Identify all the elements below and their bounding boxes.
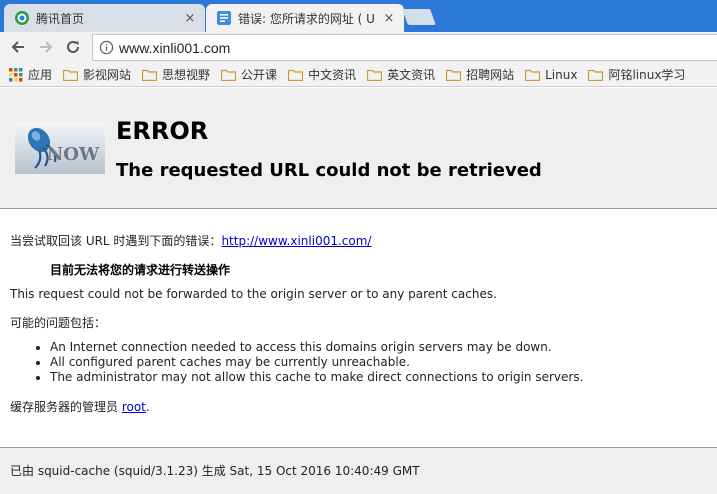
causes-list: An Internet connection needed to access … bbox=[32, 340, 583, 385]
tab-error[interactable]: 错误: 您所请求的网址 ( U × bbox=[206, 4, 404, 32]
address-bar[interactable]: www.xinli001.com bbox=[92, 34, 717, 61]
admin-suffix: . bbox=[145, 400, 150, 414]
folder-icon bbox=[221, 69, 237, 81]
bookmark-label: Linux bbox=[545, 67, 578, 82]
bookmark-label: 影视网站 bbox=[83, 68, 132, 82]
cannot-forward-text: 目前无法将您的请求进行转送操作 bbox=[50, 263, 231, 277]
document-icon bbox=[216, 10, 232, 26]
new-tab-button[interactable] bbox=[402, 9, 436, 25]
folder-icon bbox=[63, 69, 79, 81]
admin-prefix: 缓存服务器的管理员 bbox=[10, 400, 122, 414]
folder-icon bbox=[446, 69, 462, 81]
bookmark-label: 英文资讯 bbox=[387, 68, 436, 82]
admin-line: 缓存服务器的管理员 root. bbox=[10, 398, 150, 415]
folder-icon bbox=[142, 69, 158, 81]
back-button[interactable] bbox=[8, 37, 28, 57]
bookmark-folder[interactable]: 公开课 bbox=[221, 66, 277, 83]
bookmark-label: 招聘网站 bbox=[466, 68, 515, 82]
tab-strip: 腾讯首页 × 错误: 您所请求的网址 ( U × bbox=[0, 0, 717, 32]
error-subtitle: The requested URL could not be retrieved bbox=[116, 160, 542, 181]
bookmark-label: 应用 bbox=[28, 68, 53, 82]
retrieve-url-link[interactable]: http://www.xinli001.com/ bbox=[221, 234, 371, 248]
reload-button[interactable] bbox=[63, 37, 83, 57]
bookmark-folder[interactable]: 阿铭linux学习 bbox=[588, 66, 685, 83]
bookmark-folder[interactable]: 思想视野 bbox=[142, 66, 210, 83]
retrieve-prefix: 当尝试取回该 URL 时遇到下面的错误： bbox=[10, 234, 222, 248]
folder-icon bbox=[288, 69, 304, 81]
page-title: ERROR bbox=[116, 117, 209, 145]
apps-grid-icon bbox=[9, 67, 23, 82]
bookmark-folder[interactable]: 中文资讯 bbox=[288, 66, 356, 83]
error-header: NOW ERROR The requested URL could not be… bbox=[0, 88, 717, 209]
page-content: NOW ERROR The requested URL could not be… bbox=[0, 88, 717, 494]
forward-button[interactable] bbox=[36, 37, 56, 57]
tab-title: 错误: 您所请求的网址 ( U bbox=[238, 11, 375, 26]
forward-detail-text: This request could not be forwarded to t… bbox=[10, 287, 497, 301]
bookmark-folder[interactable]: 招聘网站 bbox=[446, 66, 514, 83]
possible-causes-heading: 可能的问题包括： bbox=[10, 316, 107, 330]
close-icon[interactable]: × bbox=[183, 11, 197, 26]
bookmark-folder[interactable]: Linux bbox=[525, 68, 577, 82]
bookmark-label: 阿铭linux学习 bbox=[608, 68, 686, 82]
squid-logo: NOW bbox=[14, 121, 106, 175]
list-item: All configured parent caches may be curr… bbox=[50, 355, 583, 370]
footer-text: 已由 squid-cache (squid/3.1.23) 生成 Sat, 15… bbox=[10, 464, 420, 478]
list-item: The administrator may not allow this cac… bbox=[50, 370, 583, 385]
logo-text: NOW bbox=[47, 144, 100, 165]
forward-arrow-icon bbox=[40, 41, 53, 53]
close-icon[interactable]: × bbox=[382, 11, 396, 26]
bookmark-folder[interactable]: 影视网站 bbox=[63, 66, 131, 83]
url-text: www.xinli001.com bbox=[119, 39, 231, 56]
folder-icon bbox=[525, 69, 541, 81]
admin-email-link[interactable]: root bbox=[122, 400, 146, 414]
reload-icon bbox=[67, 40, 79, 53]
back-arrow-icon bbox=[11, 41, 24, 53]
browser-toolbar: www.xinli001.com bbox=[0, 32, 717, 63]
tab-tencent[interactable]: 腾讯首页 × bbox=[4, 4, 205, 32]
bookmarks-bar: 应用 影视网站 思想视野 公开课 中文资讯 英文资讯 招聘网站 Linux 阿铭… bbox=[0, 63, 717, 87]
info-icon[interactable] bbox=[93, 40, 119, 55]
tab-title: 腾讯首页 bbox=[36, 11, 85, 26]
bookmark-label: 思想视野 bbox=[162, 68, 211, 82]
folder-icon bbox=[588, 69, 604, 81]
tencent-icon bbox=[14, 10, 30, 26]
folder-icon bbox=[367, 69, 383, 81]
bookmark-folder[interactable]: 英文资讯 bbox=[367, 66, 435, 83]
footer: 已由 squid-cache (squid/3.1.23) 生成 Sat, 15… bbox=[0, 447, 717, 494]
retrieve-line: 当尝试取回该 URL 时遇到下面的错误：http://www.xinli001.… bbox=[10, 232, 371, 249]
bookmark-label: 中文资讯 bbox=[308, 68, 357, 82]
bookmark-label: 公开课 bbox=[241, 68, 278, 82]
bookmark-apps[interactable]: 应用 bbox=[9, 66, 52, 83]
list-item: An Internet connection needed to access … bbox=[50, 340, 583, 355]
